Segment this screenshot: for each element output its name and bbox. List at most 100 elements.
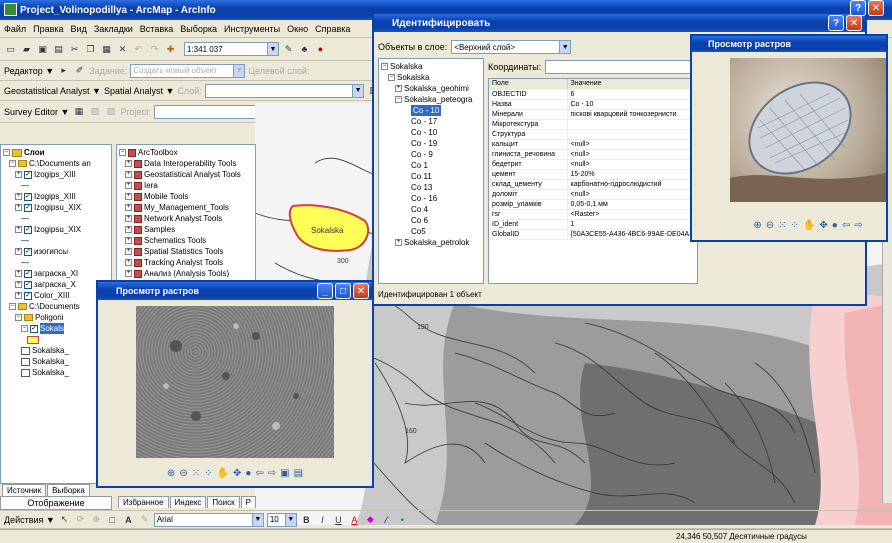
expand-icon[interactable]: + bbox=[395, 85, 402, 92]
draw-menu[interactable]: Действия ▼ bbox=[4, 515, 55, 525]
expand-icon[interactable]: + bbox=[125, 215, 132, 222]
expand-icon[interactable]: + bbox=[15, 248, 22, 255]
expand-icon[interactable]: + bbox=[125, 182, 132, 189]
fixed-zoom-icon[interactable]: ⁘ bbox=[791, 220, 799, 231]
toolbox-item[interactable]: + Network Analyst Tools bbox=[119, 213, 253, 224]
toc-item[interactable]: Sokalska_ bbox=[3, 345, 109, 356]
editor-toolbar-icon[interactable]: ✎ bbox=[282, 43, 295, 56]
expand-icon[interactable]: + bbox=[125, 226, 132, 233]
add-data-icon[interactable]: ✚ bbox=[164, 43, 177, 56]
toc-tab-source[interactable]: Источник bbox=[2, 484, 47, 496]
expand-icon[interactable]: − bbox=[381, 63, 388, 70]
grid-row[interactable]: цемент 15-20% bbox=[489, 169, 697, 180]
rotate-icon[interactable]: ⟳ bbox=[74, 513, 87, 526]
pan-icon[interactable]: ✋ bbox=[216, 468, 228, 479]
fill-color-icon[interactable]: ◆ bbox=[364, 513, 377, 526]
scale-combo[interactable]: 1:341 037 ▼ bbox=[184, 42, 279, 56]
raster-close-button[interactable]: ✕ bbox=[353, 283, 369, 299]
expand-icon[interactable]: + bbox=[125, 248, 132, 255]
grid-row[interactable]: Мікротекстура bbox=[489, 119, 697, 130]
grid-row[interactable]: розмір_уламків 0,05-0,1 мм bbox=[489, 199, 697, 210]
grid-row[interactable]: доломіт <null> bbox=[489, 189, 697, 200]
app-help-button[interactable]: ? bbox=[850, 0, 866, 16]
expand-icon[interactable]: − bbox=[388, 74, 395, 81]
back-icon[interactable]: ⇦ bbox=[842, 220, 850, 231]
toolbox-item[interactable]: + My_Management_Tools bbox=[119, 202, 253, 213]
undo-icon[interactable]: ↶ bbox=[132, 43, 145, 56]
expand-icon[interactable]: + bbox=[125, 193, 132, 200]
toolbox-item[interactable]: + Samples bbox=[119, 224, 253, 235]
font-size-combo[interactable]: 10 ▼ bbox=[266, 512, 297, 527]
toolbox-icon[interactable]: ♣ bbox=[298, 43, 311, 56]
survey-icon-1[interactable]: ▦ bbox=[72, 105, 85, 118]
survey-icon-2[interactable]: ▧ bbox=[88, 105, 101, 118]
identify-tree-item[interactable]: Co 6 bbox=[381, 215, 481, 226]
toolbox-item[interactable]: + Анализ (Analysis Tools) bbox=[119, 268, 253, 279]
grid-row[interactable]: OBJECTID 6 bbox=[489, 89, 697, 100]
expand-icon[interactable]: + bbox=[15, 204, 22, 211]
identify-tree-item[interactable]: Co - 19 bbox=[381, 138, 481, 149]
identify-tree-item[interactable]: Co 13 bbox=[381, 182, 481, 193]
identify-tree-item[interactable]: Co 1 bbox=[381, 160, 481, 171]
expand-icon[interactable]: + bbox=[15, 281, 22, 288]
app-close-button[interactable]: ✕ bbox=[868, 0, 884, 16]
copy-icon[interactable]: ❐ bbox=[84, 43, 97, 56]
marker-color-icon[interactable]: • bbox=[396, 513, 409, 526]
identify-tree-item[interactable]: Co 4 bbox=[381, 204, 481, 215]
layer-checkbox[interactable]: ✓ bbox=[24, 291, 32, 300]
save-image-icon[interactable]: ▣ bbox=[280, 468, 289, 479]
zoom-out-icon[interactable]: ⊖ bbox=[179, 468, 187, 479]
fixed-zoom-icon[interactable]: ⁘ bbox=[204, 468, 212, 479]
layer-checkbox[interactable]: ✓ bbox=[24, 192, 32, 201]
italic-icon[interactable]: I bbox=[316, 513, 329, 526]
zoom-out-icon[interactable]: ⊖ bbox=[766, 220, 774, 231]
toc-item[interactable]: + ✓ Izogipsu_XIX bbox=[3, 202, 109, 213]
survey-menu[interactable]: Survey Editor ▼ bbox=[4, 107, 69, 117]
toolbox-item[interactable]: + Geostatistical Analyst Tools bbox=[119, 169, 253, 180]
identify-layers-combo[interactable]: <Верхний слой> ▼ bbox=[451, 40, 572, 54]
identify-tree-item[interactable]: Co - 16 bbox=[381, 193, 481, 204]
toc-item[interactable]: + ✓ заграска_X bbox=[3, 279, 109, 290]
expand-icon[interactable]: + bbox=[125, 237, 132, 244]
font-color-icon[interactable]: A bbox=[348, 513, 361, 526]
globe-icon[interactable]: ● bbox=[245, 468, 251, 479]
layer-checkbox[interactable]: ✓ bbox=[24, 170, 32, 179]
toolbox-item[interactable]: + Tracking Analyst Tools bbox=[119, 257, 253, 268]
expand-icon[interactable]: − bbox=[15, 314, 22, 321]
toc-item[interactable]: − C:\Documents an bbox=[3, 158, 109, 169]
open-icon[interactable]: ▰ bbox=[20, 43, 33, 56]
grid-row[interactable]: бедетрит <null> bbox=[489, 159, 697, 170]
identify-tree-item[interactable]: Co5 bbox=[381, 226, 481, 237]
expand-icon[interactable]: + bbox=[395, 239, 402, 246]
underline-icon[interactable]: U bbox=[332, 513, 345, 526]
cut-icon[interactable]: ✂ bbox=[68, 43, 81, 56]
identify-tree-item[interactable]: − Sokalska bbox=[381, 61, 481, 72]
identify-tree-item[interactable]: Co - 10 bbox=[381, 105, 481, 116]
center-icon[interactable]: ✥ bbox=[233, 468, 241, 479]
toc-item[interactable]: Sokalska_ bbox=[3, 356, 109, 367]
toc-item[interactable]: − C:\Documents bbox=[3, 301, 109, 312]
menu-item-0[interactable]: Файл bbox=[4, 24, 26, 34]
toolbox-item[interactable]: + Schematics Tools bbox=[119, 235, 253, 246]
toolbox-item[interactable]: + Mobile Tools bbox=[119, 191, 253, 202]
toc-item[interactable]: — bbox=[3, 213, 109, 224]
task-combo[interactable]: Создать новый объект ▼ bbox=[130, 63, 246, 78]
new-icon[interactable]: ▭ bbox=[4, 43, 17, 56]
menu-item-7[interactable]: Окно bbox=[287, 24, 308, 34]
callout-icon[interactable]: ✎ bbox=[138, 513, 151, 526]
redo-icon[interactable]: ↷ bbox=[148, 43, 161, 56]
print-image-icon[interactable]: ▤ bbox=[294, 468, 303, 479]
menu-item-4[interactable]: Вставка bbox=[140, 24, 173, 34]
grid-row[interactable]: Назва Co - 10 bbox=[489, 99, 697, 110]
zoom-in-icon[interactable]: ⊕ bbox=[167, 468, 175, 479]
grid-row[interactable]: глиниста_речовина <null> bbox=[489, 149, 697, 160]
raster-small-image[interactable] bbox=[136, 306, 334, 458]
tab-search[interactable]: Поиск bbox=[207, 496, 240, 508]
expand-icon[interactable]: + bbox=[125, 270, 132, 277]
raster-large-image[interactable] bbox=[730, 58, 886, 202]
text-icon[interactable]: A bbox=[122, 513, 135, 526]
tab-favorites[interactable]: Избранное bbox=[118, 496, 169, 508]
zoom-elements-icon[interactable]: ⊕ bbox=[90, 513, 103, 526]
forward-icon[interactable]: ⇨ bbox=[268, 468, 276, 479]
toc-item[interactable]: — bbox=[3, 180, 109, 191]
